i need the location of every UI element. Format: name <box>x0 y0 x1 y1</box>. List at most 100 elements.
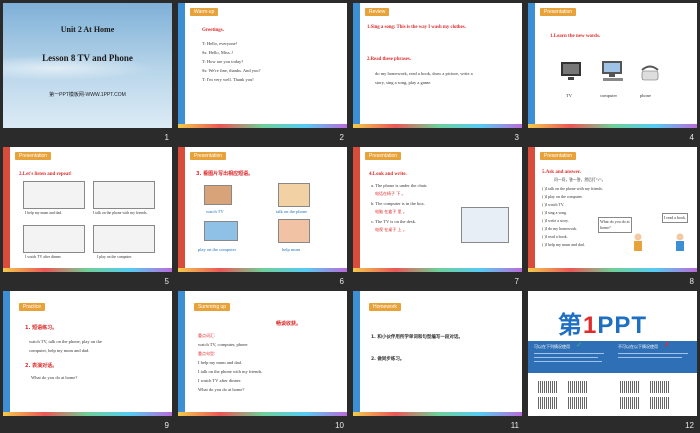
checklist-item: ( )I help my mum and dad. <box>542 242 585 247</box>
dialog-line: T: How are you today? <box>202 59 244 64</box>
slide-6-canvas: Presentation 3. 看图片写出相应短语。 watch TV talk… <box>178 147 347 272</box>
listen-repeat-heading: 2.Let's listen and repeat! <box>19 172 72 177</box>
key-sentence: What do you do at home? <box>198 387 245 392</box>
slide-number: 2 <box>339 133 344 142</box>
section-tag: Presentation <box>190 152 227 160</box>
bottom-decoration <box>353 124 522 128</box>
qr-code <box>538 381 558 393</box>
caption: I play on the computer. <box>97 255 133 259</box>
slide-3-canvas: Review 1.Sing a song: This is the way I … <box>353 3 522 128</box>
slide-thumbnail-11[interactable]: Homework 1. 和小伙伴用所学单词和句型编写一段对话。 2. 做同步练习… <box>350 288 525 432</box>
summary-heading: 畅谈收获。 <box>276 321 302 327</box>
dialog-line: T: I'm very well. Thank you! <box>202 77 254 82</box>
illustration-watch-tv <box>23 225 85 253</box>
slide-thumbnail-3[interactable]: Review 1.Sing a song: This is the way I … <box>350 0 525 144</box>
slide-number: 8 <box>689 277 694 286</box>
section-tag: Presentation <box>540 8 577 16</box>
bottom-decoration <box>178 412 347 416</box>
check-icon: ✓ <box>576 341 582 349</box>
picture-play-computer <box>204 221 238 241</box>
slide-thumbnail-5[interactable]: Presentation 2.Let's listen and repeat! … <box>0 144 175 288</box>
side-stripe <box>528 3 535 128</box>
caption: I watch TV after dinner. <box>25 255 62 259</box>
review-item-2: 2.Read these phrases. <box>367 57 411 62</box>
homework-item-1: 1. 和小伙伴用所学单词和句型编写一段对话。 <box>371 335 463 340</box>
word-label: TV <box>566 93 572 98</box>
slide-thumbnail-10[interactable]: Summing up 畅谈收获。 重点词汇: watch TV, compute… <box>175 288 350 432</box>
sentence-line: b. The computer is in the box. <box>371 201 425 206</box>
section-tag: Presentation <box>540 152 577 160</box>
section-tag: Presentation <box>15 152 52 160</box>
word-label: computer <box>600 93 617 98</box>
qr-code <box>568 381 588 393</box>
key-sentence: I talk on the phone with my friends. <box>198 369 263 374</box>
child-figure-icon <box>676 233 684 251</box>
slide-12-canvas: 第1PPT 可以在下列情况使用 ✓ 不可以在以下情况使用 ✗ <box>528 291 697 416</box>
phrase-label: help mum <box>282 247 301 252</box>
qr-code <box>650 397 670 409</box>
key-sentence: I watch TV after dinner. <box>198 378 242 383</box>
room-illustration <box>461 207 509 243</box>
bottom-decoration <box>3 268 172 272</box>
phrase-line: computer, help my mum and dad. <box>29 348 90 353</box>
slide-7-canvas: Presentation 4.Look and write. a. The ph… <box>353 147 522 272</box>
slide-thumbnail-9[interactable]: Practice 1. 短语练习。 watch TV, talk on the … <box>0 288 175 432</box>
slide-thumbnail-6[interactable]: Presentation 3. 看图片写出相应短语。 watch TV talk… <box>175 144 350 288</box>
slide-thumbnail-7[interactable]: Presentation 4.Look and write. a. The ph… <box>350 144 525 288</box>
bottom-decoration <box>178 124 347 128</box>
logo-part: 第 <box>558 312 583 339</box>
slide-10-canvas: Summing up 畅谈收获。 重点词汇: watch TV, compute… <box>178 291 347 416</box>
phrase-label: play on the computer <box>198 247 237 252</box>
slide-thumbnail-1[interactable]: Unit 2 At Home Lesson 8 TV and Phone 第一P… <box>0 0 175 144</box>
homework-item-2: 2. 做同步练习。 <box>371 357 405 362</box>
qr-code <box>568 397 588 409</box>
review-item-1: 1.Sing a song: This is the way I wash my… <box>367 25 466 30</box>
checklist-item: ( )I talk on the phone with my friends. <box>542 186 603 191</box>
tv-icon <box>561 62 581 80</box>
child-figure-icon <box>634 233 642 251</box>
slide-number: 5 <box>164 277 169 286</box>
slide-number: 7 <box>514 277 519 286</box>
slide-number: 3 <box>514 133 519 142</box>
practice-item-1: 1. 短语练习。 <box>25 325 58 331</box>
illustration-talk-phone <box>93 181 155 209</box>
dialog-line: Ss: We're fine, thanks. And you? <box>202 68 261 73</box>
key-words: watch TV, computer, phone <box>198 342 248 347</box>
qr-code <box>620 381 640 393</box>
phone-icon <box>641 65 659 81</box>
phrase-line: do my homework, read a book, draw a pict… <box>375 71 473 76</box>
section-tag: Summing up <box>194 303 231 311</box>
ask-answer-heading: 5.Ask and answer. <box>542 170 581 175</box>
text-placeholder <box>618 357 682 358</box>
qr-code <box>538 397 558 409</box>
side-stripe <box>353 3 360 128</box>
usage-info-bar: 可以在下列情况使用 ✓ 不可以在以下情况使用 ✗ <box>528 341 697 373</box>
bottom-decoration <box>178 268 347 272</box>
slide-number: 6 <box>339 277 344 286</box>
key-sentence: I help my mum and dad. <box>198 360 242 365</box>
slide-thumbnail-2[interactable]: Warm-up Greetings. T: Hello, everyone! S… <box>175 0 350 144</box>
cross-icon: ✗ <box>664 341 670 349</box>
match-phrases-heading: 3. 看图片写出相应短语。 <box>196 171 254 177</box>
side-stripe <box>3 291 10 416</box>
checklist-item: ( )I read a book. <box>542 234 568 239</box>
sentence-line: a. The phone is under the chair. <box>371 183 428 188</box>
slide-thumbnail-8[interactable]: Presentation 5.Ask and answer. 问一问，答一答，然… <box>525 144 700 288</box>
slide-4-canvas: Presentation 1.Learn the new words. TV c… <box>528 3 697 128</box>
slide-2-canvas: Warm-up Greetings. T: Hello, everyone! S… <box>178 3 347 128</box>
slide-number: 11 <box>510 421 519 430</box>
illustration-help-mum-dad <box>23 181 85 209</box>
slide-thumbnail-4[interactable]: Presentation 1.Learn the new words. TV c… <box>525 0 700 144</box>
checklist-item: ( )I watch TV. <box>542 202 565 207</box>
phrase-label: talk on the phone <box>276 209 308 214</box>
bottom-decoration <box>528 124 697 128</box>
speech-bubble-answer: I read a book. <box>662 213 688 223</box>
slide-thumbnail-12[interactable]: 第1PPT 可以在下列情况使用 ✓ 不可以在以下情况使用 ✗ 12 <box>525 288 700 432</box>
section-tag: Homework <box>369 303 401 311</box>
instruction: 问一问，答一答，然后打"√"。 <box>554 177 606 182</box>
sentence-translation: 电话在椅子 下 。 <box>375 191 406 196</box>
section-tag: Presentation <box>365 152 402 160</box>
bottom-decoration <box>3 412 172 416</box>
checklist-item: ( )I write a story. <box>542 218 569 223</box>
lesson-title: Lesson 8 TV and Phone <box>42 53 133 63</box>
